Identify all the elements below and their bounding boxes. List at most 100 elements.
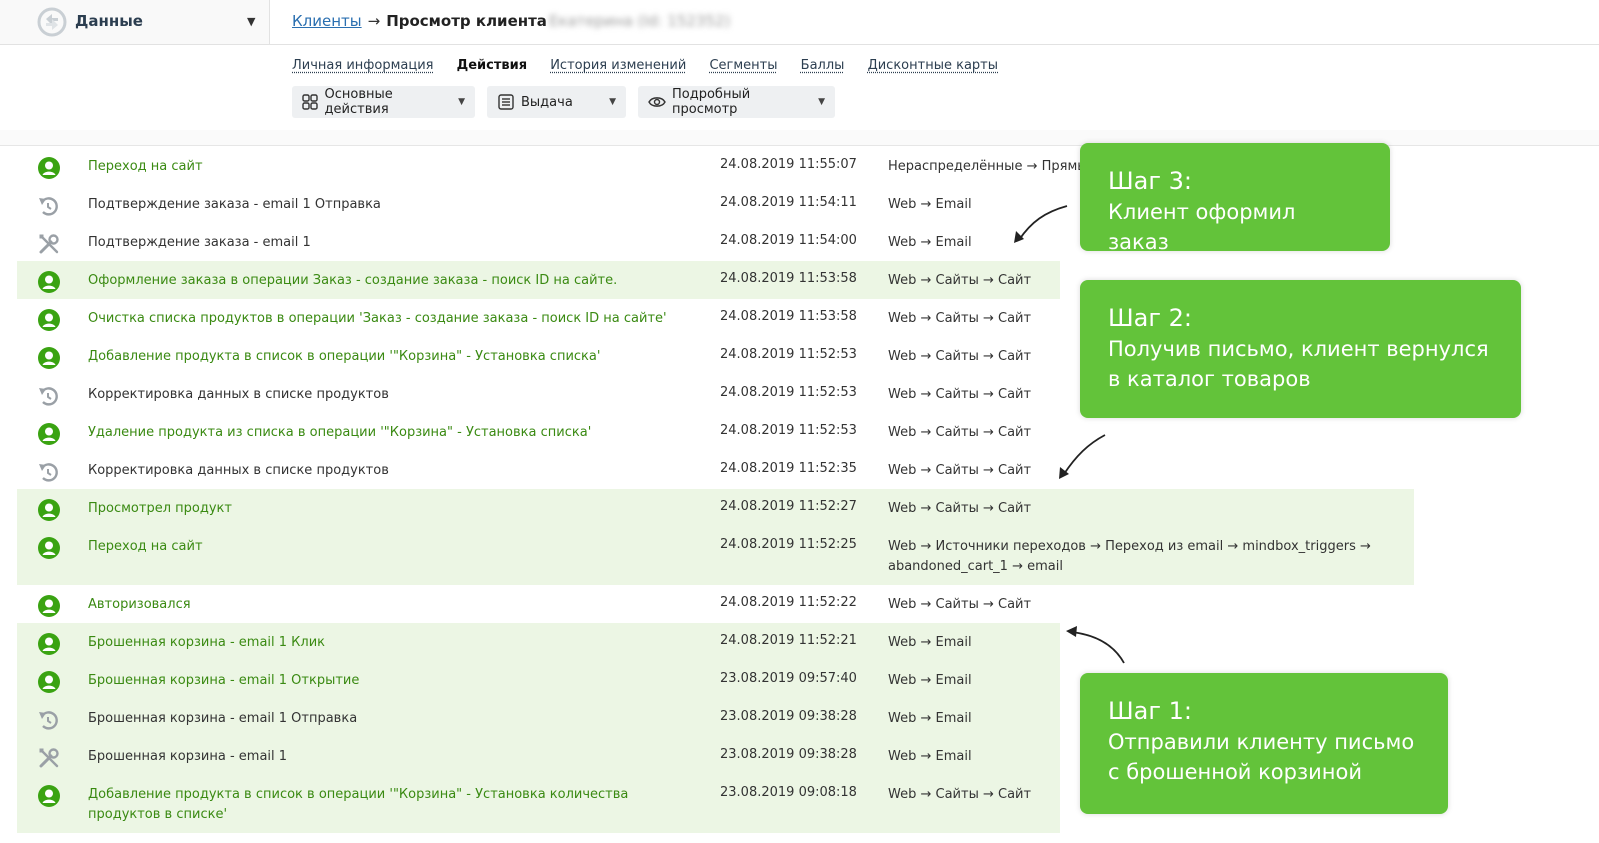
action-channel: Web → Email bbox=[888, 235, 972, 250]
callout-text: Получив письмо, клиент вернулся в катало… bbox=[1108, 337, 1489, 391]
action-title[interactable]: Переход на сайт bbox=[88, 157, 203, 177]
action-row[interactable]: Авторизовался 24.08.2019 11:52:22 Web → Са… bbox=[17, 585, 1060, 623]
action-channel: Web → Email bbox=[888, 635, 972, 650]
sync-icon bbox=[37, 460, 61, 484]
tab-actions[interactable]: Действия bbox=[457, 58, 527, 73]
filter-toolbar: Основные действия ▼ Выдача ▼ Подробный п… bbox=[292, 86, 835, 118]
action-date: 24.08.2019 11:52:25 bbox=[720, 537, 857, 552]
action-date: 24.08.2019 11:52:21 bbox=[720, 633, 857, 648]
action-channel: Web → Сайты → Сайт bbox=[888, 463, 1032, 478]
action-date: 24.08.2019 11:54:11 bbox=[720, 195, 857, 210]
callout-text: Клиент оформил заказ bbox=[1108, 200, 1296, 254]
action-row[interactable]: Удаление продукта из списка в операции '… bbox=[17, 413, 1060, 451]
tab-personal-info[interactable]: Личная информация bbox=[292, 58, 433, 73]
action-channel: Web → Email bbox=[888, 749, 972, 764]
arrow-step-3-icon bbox=[1014, 205, 1068, 243]
action-title[interactable]: Брошенная корзина - email 1 Открытие bbox=[88, 671, 359, 691]
action-date: 24.08.2019 11:53:58 bbox=[720, 271, 857, 286]
user-icon bbox=[37, 498, 61, 522]
caret-down-icon: ▼ bbox=[818, 97, 825, 107]
callout-title: Шаг 2: bbox=[1108, 304, 1192, 332]
eye-icon bbox=[648, 93, 666, 111]
client-tabs: Личная информация Действия История измен… bbox=[292, 58, 1017, 73]
action-row[interactable]: Переход на сайт 24.08.2019 11:55:07 Нерасп… bbox=[17, 147, 1096, 185]
tab-change-history[interactable]: История изменений bbox=[550, 58, 686, 73]
action-title[interactable]: Подтверждение заказа - email 1 bbox=[88, 233, 311, 253]
user-icon bbox=[37, 308, 61, 332]
main-actions-dropdown[interactable]: Основные действия ▼ bbox=[292, 86, 475, 118]
action-title[interactable]: Добавление продукта в список в операции … bbox=[88, 785, 648, 825]
breadcrumb-current: Просмотр клиента bbox=[386, 12, 547, 30]
breadcrumb-clients-link[interactable]: Клиенты bbox=[292, 12, 362, 30]
action-channel: Web → Email bbox=[888, 711, 972, 726]
action-channel: Web → Сайты → Сайт bbox=[888, 787, 1032, 802]
user-icon bbox=[37, 346, 61, 370]
action-date: 24.08.2019 11:53:58 bbox=[720, 309, 857, 324]
action-date: 23.08.2019 09:57:40 bbox=[720, 671, 857, 686]
user-icon bbox=[37, 270, 61, 294]
callout-text: Отправили клиенту письмо с брошенной кор… bbox=[1108, 730, 1415, 784]
action-channel: Web → Сайты → Сайт bbox=[888, 273, 1032, 288]
action-row[interactable]: Корректировка данных в списке продуктов 2… bbox=[17, 451, 1060, 489]
blurred-client-name: Екатерина (Id: 152352) bbox=[548, 12, 731, 30]
action-date: 24.08.2019 11:52:22 bbox=[720, 595, 857, 610]
caret-down-icon: ▼ bbox=[609, 97, 616, 107]
action-row[interactable]: Брошенная корзина - email 1 23.08.2019 09… bbox=[17, 737, 1060, 775]
action-row[interactable]: Подтверждение заказа - email 1 Отправка 2… bbox=[17, 185, 1060, 223]
action-channel: Web → Сайты → Сайт bbox=[888, 349, 1032, 364]
action-title[interactable]: Очистка списка продуктов в операции 'Зак… bbox=[88, 309, 667, 329]
action-title[interactable]: Удаление продукта из списка в операции '… bbox=[88, 423, 591, 443]
action-title[interactable]: Добавление продукта в список в операции … bbox=[88, 347, 600, 367]
action-title[interactable]: Брошенная корзина - email 1 Клик bbox=[88, 633, 325, 653]
tab-segments[interactable]: Сегменты bbox=[709, 58, 777, 73]
output-dropdown[interactable]: Выдача ▼ bbox=[487, 86, 626, 118]
action-channel: Web → Сайты → Сайт bbox=[888, 425, 1032, 440]
action-date: 24.08.2019 11:55:07 bbox=[720, 157, 857, 172]
user-icon bbox=[37, 594, 61, 618]
tools-icon bbox=[37, 232, 61, 256]
action-row[interactable]: Очистка списка продуктов в операции 'Зак… bbox=[17, 299, 1060, 337]
action-row[interactable]: Переход на сайт 24.08.2019 11:52:25 Web → … bbox=[17, 527, 1414, 585]
action-title[interactable]: Переход на сайт bbox=[88, 537, 203, 557]
action-title[interactable]: Просмотрел продукт bbox=[88, 499, 232, 519]
action-channel: Web → Email bbox=[888, 197, 972, 212]
action-row[interactable]: Подтверждение заказа - email 1 24.08.2019… bbox=[17, 223, 1060, 261]
user-icon bbox=[37, 784, 61, 808]
action-row[interactable]: Добавление продукта в список в операции … bbox=[17, 337, 1060, 375]
action-date: 24.08.2019 11:52:35 bbox=[720, 461, 857, 476]
action-title[interactable]: Брошенная корзина - email 1 Отправка bbox=[88, 709, 357, 729]
detailed-view-label: Подробный просмотр bbox=[672, 87, 751, 117]
action-row[interactable]: Брошенная корзина - email 1 Открытие 23.0… bbox=[17, 661, 1060, 699]
arrow-step-2-icon bbox=[1059, 434, 1106, 479]
action-date: 24.08.2019 11:52:27 bbox=[720, 499, 857, 514]
action-date: 23.08.2019 09:38:28 bbox=[720, 709, 857, 724]
action-row[interactable]: Брошенная корзина - email 1 Отправка 23.0… bbox=[17, 699, 1060, 737]
action-title[interactable]: Подтверждение заказа - email 1 Отправка bbox=[88, 195, 381, 215]
top-bar: Данные ▼ Клиенты → Просмотр клиента Екатери… bbox=[0, 0, 1599, 45]
action-row[interactable]: Добавление продукта в список в операции … bbox=[17, 775, 1060, 833]
user-icon bbox=[37, 670, 61, 694]
detailed-view-dropdown[interactable]: Подробный просмотр ▼ bbox=[638, 86, 835, 118]
action-date: 24.08.2019 11:52:53 bbox=[720, 423, 857, 438]
user-icon bbox=[37, 632, 61, 656]
action-channel: Web → Источники переходов → Переход из e… bbox=[888, 539, 1371, 574]
action-row[interactable]: Оформление заказа в операции Заказ - соз… bbox=[17, 261, 1060, 299]
caret-down-icon: ▼ bbox=[458, 97, 465, 107]
action-row[interactable]: Корректировка данных в списке продуктов 2… bbox=[17, 375, 1060, 413]
action-date: 24.08.2019 11:52:53 bbox=[720, 347, 857, 362]
action-title[interactable]: Брошенная корзина - email 1 bbox=[88, 747, 287, 767]
action-title[interactable]: Авторизовался bbox=[88, 595, 191, 615]
action-row[interactable]: Просмотрел продукт 24.08.2019 11:52:27 Web… bbox=[17, 489, 1414, 527]
tab-discount-cards[interactable]: Дисконтные карты bbox=[868, 58, 998, 73]
callout-step-1: Шаг 1: Отправили клиенту письмо с брошен… bbox=[1080, 673, 1448, 814]
action-title[interactable]: Оформление заказа в операции Заказ - соз… bbox=[88, 271, 617, 291]
action-title[interactable]: Корректировка данных в списке продуктов bbox=[88, 385, 389, 405]
datasource-selector[interactable]: Данные ▼ bbox=[0, 0, 270, 44]
action-date: 23.08.2019 09:38:28 bbox=[720, 747, 857, 762]
action-title[interactable]: Корректировка данных в списке продуктов bbox=[88, 461, 389, 481]
tab-points[interactable]: Баллы bbox=[801, 58, 845, 73]
action-row[interactable]: Брошенная корзина - email 1 Клик 24.08.20… bbox=[17, 623, 1060, 661]
action-date: 23.08.2019 09:08:18 bbox=[720, 785, 857, 800]
action-channel: Web → Сайты → Сайт bbox=[888, 597, 1032, 612]
main-actions-label: Основные действия bbox=[324, 87, 393, 117]
